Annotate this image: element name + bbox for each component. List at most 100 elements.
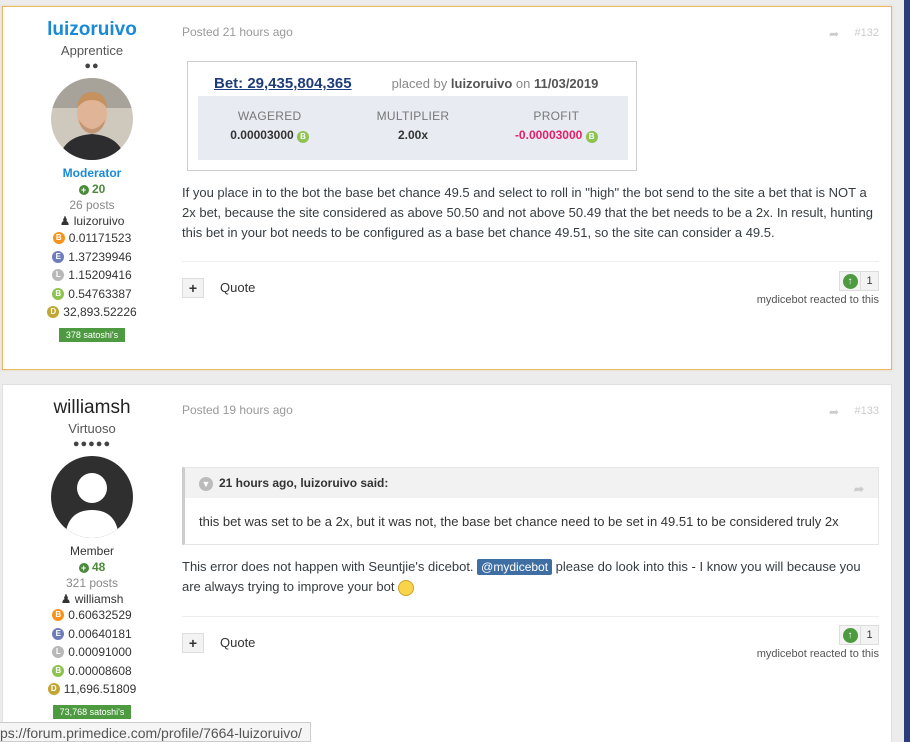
multiquote-button[interactable]: + [182, 278, 204, 298]
status-bar-url: ps://forum.primedice.com/profile/7664-lu… [0, 722, 311, 742]
upvote-icon[interactable]: ↑ [840, 626, 860, 644]
reputation-value: 20 [91, 182, 106, 196]
wagered-value: 0.00003000 [230, 128, 294, 142]
author-panel: williamsh Virtuoso ●●●●● Member + 48 321… [3, 385, 181, 719]
bitcoin-icon: B [52, 609, 65, 622]
multiquote-button[interactable]: + [182, 633, 204, 653]
plus-icon: + [78, 563, 89, 573]
reputation: + 48 [3, 560, 181, 574]
balance-doge: D 11,696.51809 [3, 680, 181, 699]
reactions: ↑ 1 mydicebot reacted to this [757, 271, 879, 306]
stat-label: PROFIT [533, 109, 580, 123]
author-name[interactable]: williamsh [3, 397, 181, 419]
litecoin-icon: L [52, 269, 65, 282]
chevron-down-icon[interactable]: ▼ [199, 477, 213, 491]
balance-value: 1.15209416 [68, 268, 132, 282]
post-133: williamsh Virtuoso ●●●●● Member + 48 321… [2, 384, 892, 742]
post-time[interactable]: Posted 21 hours ago [182, 25, 293, 39]
litecoin-icon: L [52, 646, 65, 659]
upvote-icon[interactable]: ↑ [840, 272, 860, 290]
multiplier-value: 2.00x [397, 128, 428, 142]
balance-value: 0.60632529 [68, 608, 132, 622]
balance-bch: B 0.54763387 [3, 285, 181, 304]
username-text: williamsh [74, 592, 124, 606]
share-icon[interactable]: ➦ [829, 27, 839, 41]
post-time[interactable]: Posted 19 hours ago [182, 403, 293, 417]
post-content: Posted 21 hours ago ➦ #132 Bet: 29,435,8… [182, 7, 879, 371]
placed-by: luizoruivo [450, 76, 513, 91]
balance-value: 0.00640181 [68, 626, 132, 641]
post-count: 26 posts [69, 198, 115, 212]
quote-block: ▼ 21 hours ago, luizoruivo said: ➦ this b… [182, 467, 879, 545]
reaction-count: 1 [860, 272, 878, 290]
post-number[interactable]: #133 [855, 405, 879, 417]
body-text: This error does not happen with Seuntjie… [182, 559, 474, 574]
bet-placed: placed by luizoruivo on 11/03/2019 [392, 76, 599, 91]
bet-link[interactable]: Bet: 29,435,804,365 [214, 75, 352, 92]
balance-ltc: L 0.00091000 [3, 643, 181, 662]
author-rank: Virtuoso [68, 421, 116, 436]
reacted-by[interactable]: mydicebot reacted to this [757, 294, 879, 306]
balance-value: 0.54763387 [68, 286, 132, 301]
ethereum-icon: E [52, 627, 65, 640]
balance-bch: B 0.00008608 [3, 662, 181, 681]
quote-button[interactable]: Quote [220, 635, 255, 650]
satoshi-badge: 378 satoshi's [58, 327, 126, 342]
balances: B 0.60632529 E 0.00640181 L 0.00091000 B 0.0… [3, 606, 181, 699]
username-line: ♟ williamsh [3, 592, 181, 606]
username-line: ♟ luizoruivo [3, 214, 181, 228]
bitcoin-icon: B [52, 232, 65, 245]
placed-date: 11/03/2019 [534, 76, 599, 91]
balance-eth: E 0.00640181 [3, 625, 181, 644]
balance-eth: E 1.37239946 [3, 248, 181, 267]
rank-pips: ●●●●● [72, 438, 112, 450]
mention-link[interactable]: @mydicebot [477, 559, 553, 575]
rank-pips: ●● [84, 60, 100, 72]
bitcoincash-icon: B [52, 664, 65, 677]
stat-value: 0.00003000 B [198, 128, 341, 143]
balance-btc: B 0.01171523 [3, 229, 181, 248]
bet-card: Bet: 29,435,804,365 placed by luizoruivo… [187, 61, 637, 171]
bitcoincash-icon: B [585, 131, 598, 143]
post-count: 321 posts [65, 576, 119, 590]
author-panel: luizoruivo Apprentice ●● Moderator + 20 … [3, 7, 181, 342]
user-icon: ♟ [60, 592, 72, 606]
reaction-box[interactable]: ↑ 1 [839, 271, 879, 291]
author-group: Moderator [62, 166, 122, 180]
balance-value: 0.00008608 [68, 663, 132, 678]
reactions: ↑ 1 mydicebot reacted to this [757, 625, 879, 660]
avatar[interactable] [51, 456, 133, 538]
post-132: luizoruivo Apprentice ●● Moderator + 20 … [2, 6, 892, 370]
ethereum-icon: E [52, 250, 65, 263]
post-body: If you place in to the bot the base bet … [182, 185, 873, 240]
bitcoincash-icon: B [297, 131, 310, 143]
stat-value: -0.00003000 B [485, 128, 628, 143]
avatar[interactable] [51, 78, 133, 160]
reaction-box[interactable]: ↑ 1 [839, 625, 879, 645]
quote-button[interactable]: Quote [220, 280, 255, 295]
placed-prefix: placed by [391, 76, 448, 91]
author-name[interactable]: luizoruivo [3, 19, 181, 41]
reputation-value: 48 [91, 560, 106, 574]
reacted-by[interactable]: mydicebot reacted to this [757, 648, 879, 660]
scroll-edge [904, 0, 910, 742]
user-icon: ♟ [59, 214, 71, 228]
placed-on-prefix: on [515, 76, 531, 91]
dogecoin-icon: D [47, 306, 60, 319]
post-content: Posted 19 hours ago ➦ #133 ▼ 21 hours ago… [182, 385, 879, 742]
dogecoin-icon: D [47, 683, 60, 696]
balance-value: 32,893.52226 [63, 305, 137, 319]
balance-value: 11,696.51809 [63, 682, 137, 696]
quote-header: ▼ 21 hours ago, luizoruivo said: ➦ [185, 468, 878, 498]
quote-citation: 21 hours ago, luizoruivo said: [219, 476, 389, 490]
balance-ltc: L 1.15209416 [3, 266, 181, 285]
username-text: luizoruivo [73, 214, 125, 228]
goto-quote-icon[interactable]: ➦ [854, 474, 864, 504]
post-body: This error does not happen with Seuntjie… [182, 557, 879, 597]
reputation: + 20 [3, 182, 181, 196]
divider [182, 261, 879, 262]
share-icon[interactable]: ➦ [829, 405, 839, 419]
stat-profit: PROFIT -0.00003000 B [485, 96, 628, 160]
post-number[interactable]: #132 [855, 27, 879, 39]
author-group: Member [69, 544, 114, 558]
